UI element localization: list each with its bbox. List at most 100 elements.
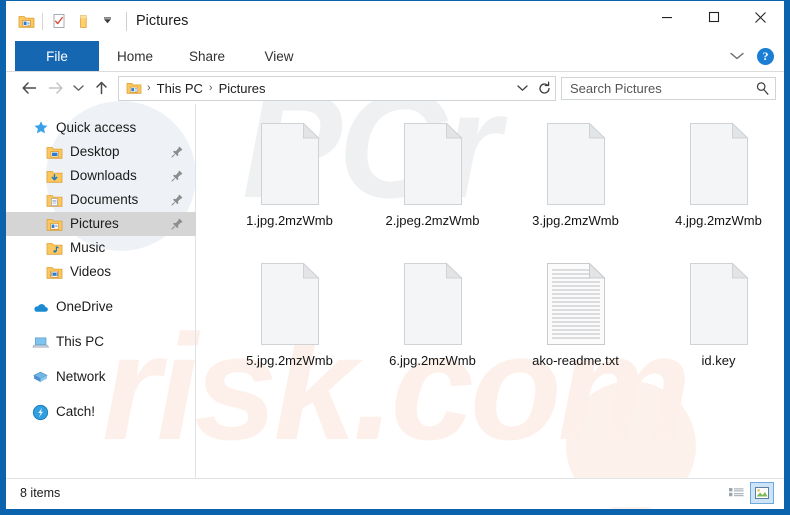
- folder-music-icon: [46, 240, 63, 257]
- file-explorer-window: PCr risk.com Pictures File Home Share Vi…: [0, 0, 790, 515]
- folder-icon[interactable]: [72, 10, 94, 32]
- file-item[interactable]: 3.jpg.2mzWmb: [504, 118, 647, 258]
- sidebar-item-label: Music: [70, 240, 106, 256]
- folder-videos-icon: [46, 264, 63, 281]
- explorer-body: Quick access Desktop Downloads Documents…: [6, 104, 784, 478]
- status-item-count: 8 items: [20, 486, 61, 500]
- sidebar-item-this-pc[interactable]: This PC: [6, 330, 196, 354]
- sidebar-item-label: Downloads: [70, 168, 137, 184]
- breadcrumb-separator[interactable]: ›: [206, 82, 216, 94]
- text-file-icon: [544, 262, 608, 346]
- folder-downloads-icon: [46, 168, 63, 185]
- ribbon-right-tools: ?: [729, 41, 784, 71]
- blank-file-icon: [687, 262, 751, 346]
- address-bar-row: › This PC › Pictures Search Pictures: [6, 72, 784, 104]
- file-item[interactable]: 1.jpg.2mzWmb: [218, 118, 361, 258]
- sidebar-item-onedrive[interactable]: OneDrive: [6, 295, 196, 319]
- refresh-icon[interactable]: [533, 78, 555, 99]
- sidebar-item-documents[interactable]: Documents: [6, 188, 196, 212]
- forward-button[interactable]: [42, 75, 68, 101]
- breadcrumb-this-pc[interactable]: This PC: [154, 81, 206, 96]
- blank-file-icon: [258, 122, 322, 206]
- ribbon-tab-bar: File Home Share View ?: [6, 41, 784, 72]
- file-item[interactable]: 4.jpg.2mzWmb: [647, 118, 784, 258]
- breadcrumb-separator[interactable]: ›: [144, 82, 154, 94]
- onedrive-icon: [32, 299, 49, 316]
- pin-icon[interactable]: [171, 145, 184, 158]
- file-item[interactable]: id.key: [647, 258, 784, 398]
- network-icon: [32, 369, 49, 386]
- blank-file-icon: [401, 262, 465, 346]
- file-name: 5.jpg.2mzWmb: [246, 353, 333, 368]
- sidebar-group-label: Quick access: [56, 120, 137, 136]
- up-button[interactable]: [88, 75, 114, 101]
- file-item[interactable]: ako-readme.txt: [504, 258, 647, 398]
- this-pc-icon: [32, 334, 49, 351]
- blank-file-icon: [258, 262, 322, 346]
- tab-view[interactable]: View: [243, 41, 315, 71]
- customize-quick-access-toolbar-icon[interactable]: [96, 10, 118, 32]
- close-button[interactable]: [737, 1, 784, 33]
- tab-home[interactable]: Home: [99, 41, 171, 71]
- address-bar[interactable]: › This PC › Pictures: [118, 75, 556, 101]
- file-item[interactable]: 5.jpg.2mzWmb: [218, 258, 361, 398]
- quick-access-separator: [42, 12, 43, 30]
- breadcrumb-pictures[interactable]: Pictures: [216, 81, 269, 96]
- tab-file[interactable]: File: [15, 41, 99, 71]
- large-icons-view-button[interactable]: [750, 482, 774, 504]
- file-list-pane[interactable]: 1.jpg.2mzWmb 2.jpeg.2mzWmb 3.jpg.2mzWmb …: [196, 104, 784, 478]
- help-icon[interactable]: ?: [757, 47, 774, 65]
- window-title: Pictures: [136, 13, 189, 29]
- sidebar-item-label: Catch!: [56, 404, 96, 420]
- pin-icon[interactable]: [171, 217, 184, 230]
- sidebar-item-downloads[interactable]: Downloads: [6, 164, 196, 188]
- search-placeholder: Search Pictures: [570, 80, 662, 96]
- new-folder-icon[interactable]: [48, 10, 70, 32]
- file-name: 2.jpeg.2mzWmb: [385, 213, 480, 228]
- sidebar-item-label: Network: [56, 369, 106, 385]
- folder-desktop-icon: [46, 144, 63, 161]
- sidebar-item-label: Documents: [70, 192, 139, 208]
- search-icon[interactable]: [755, 81, 770, 96]
- window-controls: [643, 1, 784, 33]
- recent-locations-button[interactable]: [68, 75, 88, 101]
- tab-share[interactable]: Share: [171, 41, 243, 71]
- minimize-button[interactable]: [643, 1, 690, 33]
- file-grid: 1.jpg.2mzWmb 2.jpeg.2mzWmb 3.jpg.2mzWmb …: [218, 118, 784, 398]
- sidebar-group-quick-access[interactable]: Quick access: [6, 116, 196, 140]
- sidebar-item-label: Desktop: [70, 144, 120, 160]
- sidebar-item-label: OneDrive: [56, 299, 114, 315]
- pin-icon[interactable]: [171, 193, 184, 206]
- maximize-button[interactable]: [690, 1, 737, 33]
- star-icon: [32, 120, 49, 137]
- details-view-button[interactable]: [724, 482, 748, 504]
- blank-file-icon: [401, 122, 465, 206]
- folder-documents-icon: [46, 192, 63, 209]
- file-item[interactable]: 2.jpeg.2mzWmb: [361, 118, 504, 258]
- file-item[interactable]: 6.jpg.2mzWmb: [361, 258, 504, 398]
- address-dropdown-icon[interactable]: [511, 78, 533, 99]
- sidebar-item-label: This PC: [56, 334, 105, 350]
- status-bar: 8 items: [6, 478, 784, 507]
- sidebar-item-videos[interactable]: Videos: [6, 260, 196, 284]
- sidebar-item-network[interactable]: Network: [6, 365, 196, 389]
- blank-file-icon: [544, 122, 608, 206]
- sidebar-item-label: Pictures: [70, 216, 119, 232]
- sidebar-item-music[interactable]: Music: [6, 236, 196, 260]
- title-bar: Pictures: [6, 1, 784, 41]
- sidebar-item-pictures[interactable]: Pictures: [6, 212, 196, 236]
- pin-icon[interactable]: [171, 169, 184, 182]
- file-name: 1.jpg.2mzWmb: [246, 213, 333, 228]
- file-name: ako-readme.txt: [532, 353, 619, 368]
- sidebar-item-desktop[interactable]: Desktop: [6, 140, 196, 164]
- expand-ribbon-icon[interactable]: [729, 51, 745, 61]
- properties-icon[interactable]: [15, 10, 37, 32]
- sidebar-item-catch[interactable]: Catch!: [6, 400, 196, 424]
- search-input[interactable]: Search Pictures: [561, 76, 776, 100]
- back-button[interactable]: [16, 75, 42, 101]
- view-mode-buttons: [724, 482, 784, 504]
- blank-file-icon: [687, 122, 751, 206]
